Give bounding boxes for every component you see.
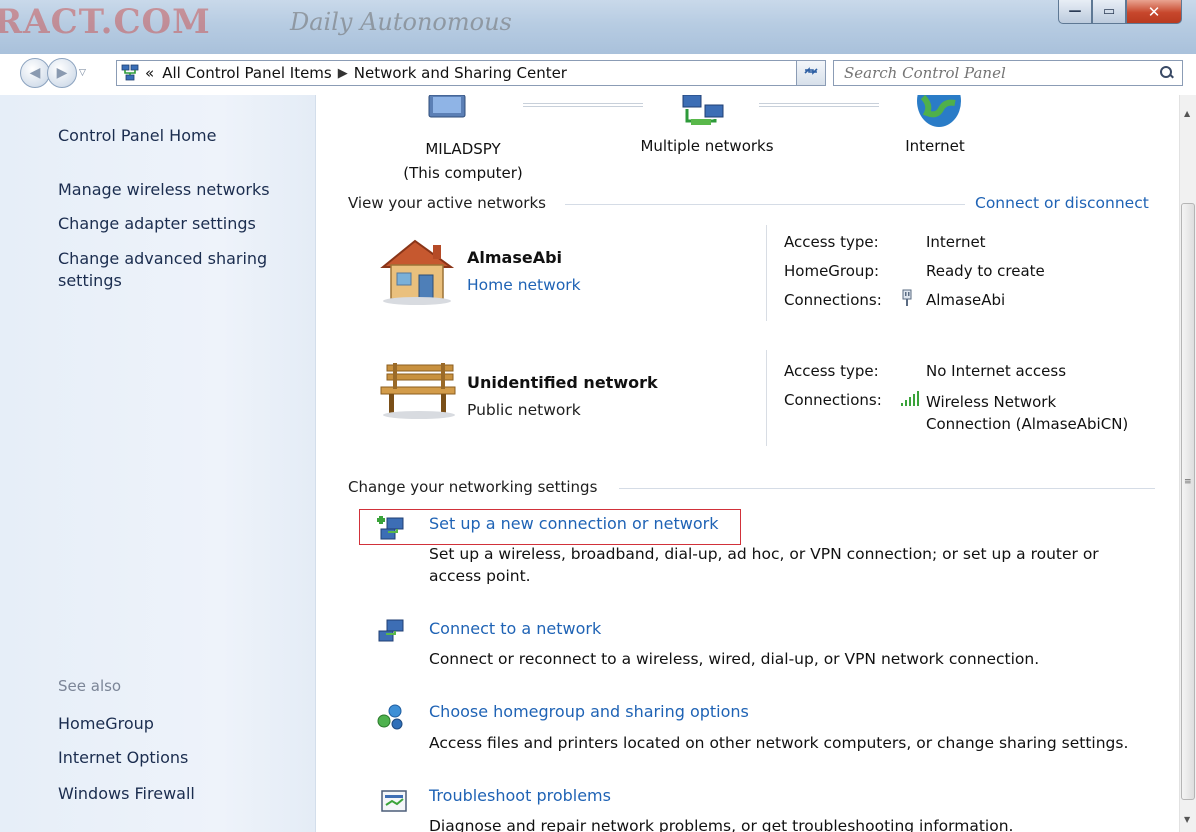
- connection-almaseabi-link[interactable]: AlmaseAbi: [926, 291, 1005, 309]
- new-connection-icon: [375, 512, 407, 546]
- search-icon[interactable]: [1160, 66, 1174, 80]
- scroll-down-arrow[interactable]: ▼: [1184, 815, 1190, 824]
- homegroup-sharing-options-link[interactable]: Choose homegroup and sharing options: [429, 702, 749, 721]
- wifi-signal-icon: [900, 391, 920, 411]
- setup-new-connection-link[interactable]: Set up a new connection or network: [429, 514, 718, 533]
- section-divider: [565, 204, 965, 205]
- bench-icon: [377, 361, 461, 425]
- close-button[interactable]: ✕: [1126, 0, 1182, 24]
- windows-firewall-link[interactable]: Windows Firewall: [58, 783, 195, 805]
- search-input[interactable]: [834, 64, 1134, 82]
- network-name-almaseabi: AlmaseAbi: [467, 248, 563, 267]
- address-overflow[interactable]: «: [145, 64, 154, 82]
- access-type-label: Access type:: [784, 362, 879, 380]
- watermark: RACT.COM Daily Autonomous: [0, 0, 560, 40]
- crumb-all-control-panel-items[interactable]: All Control Panel Items: [162, 64, 332, 82]
- computer-icon: [425, 94, 469, 129]
- access-type-label: Access type:: [784, 233, 879, 251]
- task-description: Diagnose and repair network problems, or…: [429, 817, 1014, 832]
- watermark-tagline: Daily Autonomous: [290, 8, 512, 36]
- map-connector-right: [759, 103, 879, 107]
- task-description: Access files and printers located on oth…: [429, 734, 1129, 752]
- networking-settings-heading: Change your networking settings: [348, 478, 598, 496]
- network-name-unidentified: Unidentified network: [467, 373, 658, 392]
- change-adapter-settings-link[interactable]: Change adapter settings: [58, 213, 256, 235]
- globe-icon: [915, 75, 963, 131]
- active-networks-heading: View your active networks: [348, 194, 546, 212]
- scrollbar-grip: ≡: [1184, 477, 1192, 487]
- scroll-up-arrow[interactable]: ▲: [1184, 109, 1190, 118]
- computer-label: MILADSPY (This computer): [393, 137, 533, 185]
- back-button[interactable]: ◀: [20, 58, 50, 88]
- task-description: Connect or reconnect to a wireless, wire…: [429, 650, 1040, 668]
- scrollbar-thumb[interactable]: [1181, 203, 1195, 800]
- troubleshoot-problems-link[interactable]: Troubleshoot problems: [429, 786, 611, 805]
- internet-label[interactable]: Internet: [885, 137, 985, 155]
- task-description: Set up a wireless, broadband, dial-up, a…: [429, 543, 1099, 587]
- back-arrow-icon: ◀: [29, 65, 41, 81]
- change-advanced-sharing-settings-link[interactable]: Change advanced sharing settings: [58, 248, 288, 292]
- crumb-network-and-sharing-center[interactable]: Network and Sharing Center: [354, 64, 567, 82]
- task-description-line: access point.: [429, 567, 531, 585]
- title-bar: RACT.COM Daily Autonomous — ▭ ✕: [0, 0, 1196, 54]
- wireless-connection-line1[interactable]: Wireless Network: [926, 391, 1128, 413]
- manage-wireless-networks-link[interactable]: Manage wireless networks: [58, 179, 270, 201]
- map-connector-left: [523, 103, 643, 107]
- crumb-separator[interactable]: ▶: [338, 66, 348, 81]
- computer-name: MILADSPY: [425, 140, 501, 158]
- task-description-line: Set up a wireless, broadband, dial-up, a…: [429, 545, 1099, 563]
- refresh-icon: [803, 64, 819, 82]
- home-network-link[interactable]: Home network: [467, 276, 581, 294]
- access-type-value: No Internet access: [926, 362, 1067, 380]
- connect-to-network-link[interactable]: Connect to a network: [429, 619, 601, 638]
- homegroup-ready-link[interactable]: Ready to create: [926, 262, 1045, 280]
- connections-label: Connections:: [784, 291, 882, 309]
- section-divider: [619, 488, 1155, 489]
- control-panel-home-link[interactable]: Control Panel Home: [58, 125, 216, 147]
- homegroup-label: HomeGroup:: [784, 262, 880, 280]
- recent-pages-dropdown[interactable]: ▽: [79, 68, 86, 78]
- network-icon: [121, 64, 139, 82]
- left-navigation-pane: Control Panel Home Manage wireless netwo…: [0, 95, 316, 832]
- computer-sub: (This computer): [403, 164, 523, 182]
- navigation-buttons: ◀ ▶ ▽: [20, 58, 86, 88]
- window-controls: — ▭ ✕: [1058, 0, 1182, 24]
- access-type-value: Internet: [926, 233, 986, 251]
- network-hub-icon: [677, 94, 727, 133]
- main-content: MILADSPY (This computer) Multiple networ…: [317, 75, 1179, 832]
- internet-options-link[interactable]: Internet Options: [58, 747, 188, 769]
- network-divider: [766, 350, 767, 446]
- vertical-scrollbar[interactable]: ▲ ≡ ▼: [1179, 95, 1196, 832]
- multiple-networks-label[interactable]: Multiple networks: [617, 137, 797, 155]
- network-divider: [766, 225, 767, 321]
- public-network-label: Public network: [467, 401, 581, 419]
- watermark-brand: RACT.COM: [0, 2, 211, 40]
- forward-arrow-icon: ▶: [56, 65, 68, 81]
- search-box[interactable]: [833, 60, 1183, 86]
- troubleshoot-icon: [381, 789, 407, 819]
- homegroup-link[interactable]: HomeGroup: [58, 713, 154, 735]
- connections-label: Connections:: [784, 391, 882, 409]
- connect-network-icon: [375, 616, 407, 650]
- address-bar[interactable]: « All Control Panel Items ▶ Network and …: [116, 60, 820, 86]
- wireless-connection-link[interactable]: Wireless Network Connection (AlmaseAbiCN…: [926, 391, 1128, 435]
- forward-button[interactable]: ▶: [47, 58, 77, 88]
- wireless-connection-line2[interactable]: Connection (AlmaseAbiCN): [926, 413, 1128, 435]
- minimize-button[interactable]: —: [1058, 0, 1092, 24]
- ethernet-plug-icon: [900, 289, 914, 311]
- refresh-button[interactable]: [796, 60, 826, 86]
- connect-or-disconnect-link[interactable]: Connect or disconnect: [975, 194, 1149, 212]
- see-also-label: See also: [58, 677, 122, 695]
- house-icon: [375, 235, 459, 311]
- maximize-button[interactable]: ▭: [1092, 0, 1126, 24]
- homegroup-icon: [375, 702, 407, 736]
